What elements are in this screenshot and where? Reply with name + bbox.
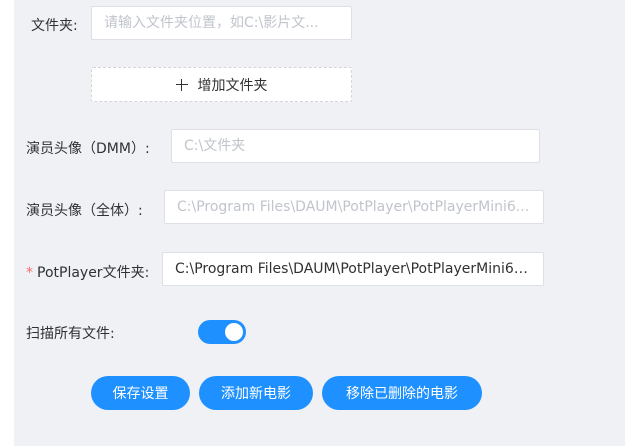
potplayer-label: PotPlayer文件夹:	[37, 265, 150, 281]
folder-input[interactable]: 请输入文件夹位置，如C:\影片文...	[91, 6, 352, 40]
scan-all-toggle[interactable]	[198, 320, 246, 344]
add-folder-label: 增加文件夹	[197, 77, 268, 94]
save-settings-button[interactable]: 保存设置	[91, 376, 190, 410]
required-mark: *	[26, 265, 33, 281]
remove-deleted-button[interactable]: 移除已删除的电影	[322, 376, 482, 410]
add-folder-button[interactable]: 增加文件夹	[91, 67, 352, 102]
actor-dmm-input[interactable]: C:\文件夹	[171, 129, 540, 163]
toggle-knob	[225, 323, 243, 341]
add-movie-button[interactable]: 添加新电影	[199, 376, 313, 410]
folder-label: 文件夹:	[31, 18, 78, 34]
actor-all-label: 演员头像（全体）:	[26, 203, 143, 219]
potplayer-input[interactable]: C:\Program Files\DAUM\PotPlayer\PotPlaye…	[162, 252, 544, 286]
plus-icon	[175, 78, 188, 91]
actor-all-input[interactable]: C:\Program Files\DAUM\PotPlayer\PotPlaye…	[164, 190, 544, 224]
potplayer-label-group: * PotPlayer文件夹:	[26, 262, 149, 282]
settings-panel: 文件夹: 请输入文件夹位置，如C:\影片文... 增加文件夹 演员头像（DMM）…	[14, 0, 625, 446]
scan-all-label: 扫描所有文件:	[26, 326, 115, 342]
actor-dmm-label: 演员头像（DMM）:	[26, 141, 150, 157]
